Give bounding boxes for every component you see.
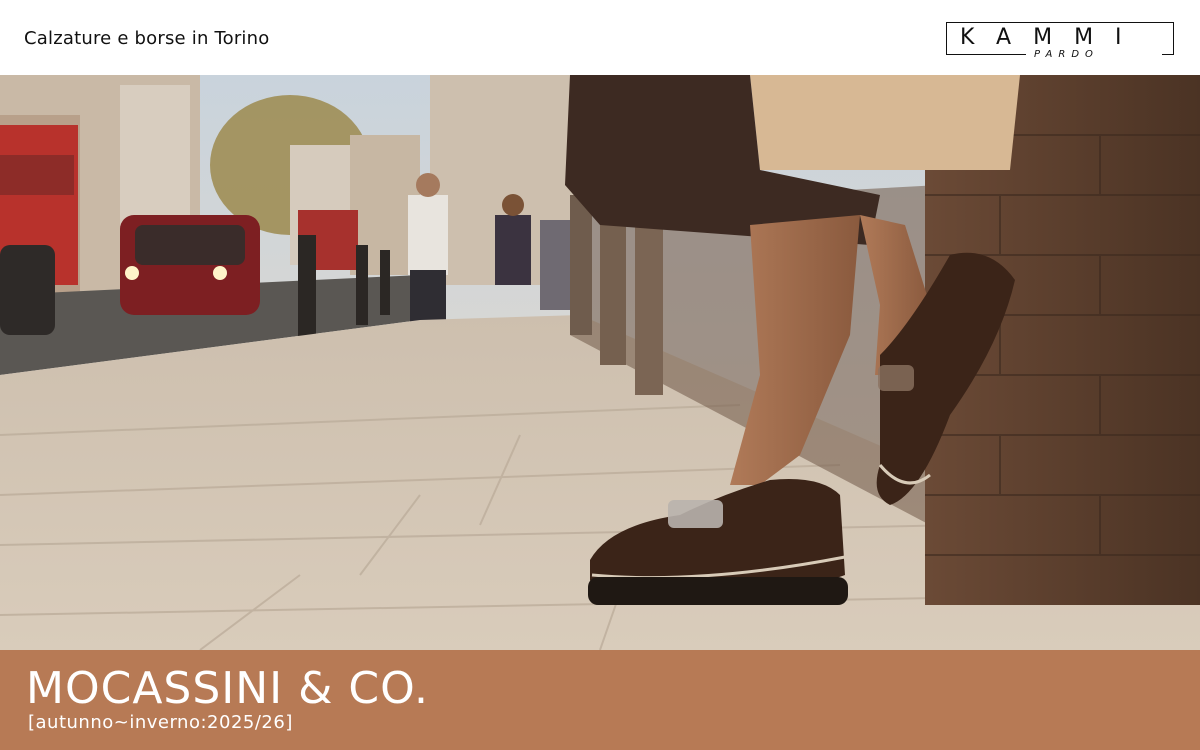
street-scene-illustration bbox=[0, 75, 1200, 650]
header-bar: Calzature e borse in Torino KAMMI PARDO bbox=[0, 0, 1200, 75]
hero-image bbox=[0, 75, 1200, 650]
tagline: Calzature e borse in Torino bbox=[24, 28, 270, 49]
logo-wordmark: KAMMI bbox=[960, 25, 1144, 50]
collection-title: MOCASSINI & CO. bbox=[26, 663, 429, 714]
collection-season: [autunno~inverno:2025/26] bbox=[28, 712, 293, 733]
logo-subtitle: PARDO bbox=[1034, 49, 1099, 60]
brand-logo[interactable]: KAMMI PARDO bbox=[946, 22, 1174, 64]
